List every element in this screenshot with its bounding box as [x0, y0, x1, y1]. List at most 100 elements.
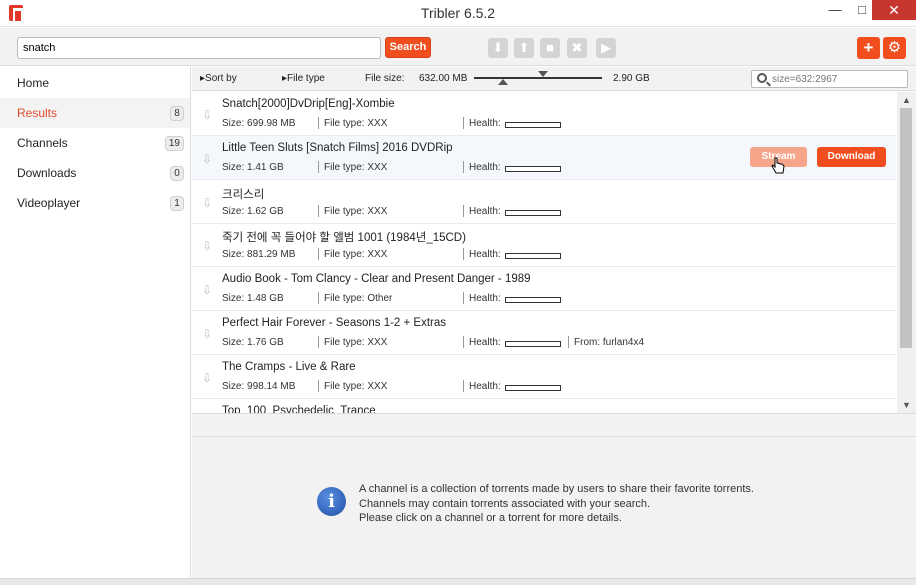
- torrent-file-type: File type: XXX: [324, 381, 388, 392]
- sort-by-dropdown[interactable]: ▸Sort by: [200, 73, 237, 84]
- torrent-title: Little Teen Sluts [Snatch Films] 2016 DV…: [222, 142, 453, 154]
- torrent-health-label: Health:: [469, 249, 501, 260]
- slider-max-handle[interactable]: [538, 71, 548, 77]
- toolbar: Search ⬇ ⬆ ■ ✖ ▶ + ⚙: [0, 28, 916, 66]
- search-icon: [757, 73, 767, 83]
- torrent-file-type: File type: XXX: [324, 206, 388, 217]
- sidebar-item-channels[interactable]: Channels 19: [0, 128, 190, 158]
- download-arrow-icon[interactable]: ⇩: [202, 239, 212, 253]
- filter-input[interactable]: [751, 70, 908, 88]
- torrent-size: Size: 1.62 GB: [222, 206, 284, 217]
- torrent-title: Audio Book - Tom Clancy - Clear and Pres…: [222, 273, 531, 285]
- download-arrow-icon[interactable]: ⇩: [202, 327, 212, 341]
- divider: [463, 205, 464, 217]
- torrent-health-label: Health:: [469, 381, 501, 392]
- divider: [463, 117, 464, 129]
- search-input[interactable]: [17, 37, 381, 59]
- download-arrow-icon[interactable]: ⇩: [202, 196, 212, 210]
- torrent-file-type: File type: XXX: [324, 118, 388, 129]
- health-bar: [505, 385, 561, 391]
- divider: [318, 205, 319, 217]
- details-panel: i A channel is a collection of torrents …: [192, 437, 916, 585]
- sidebar: Home Results 8 Channels 19 Downloads 0 V…: [0, 67, 191, 585]
- window-bottom-edge: [0, 578, 916, 585]
- sidebar-item-label: Home: [17, 76, 50, 90]
- download-arrow-icon[interactable]: ⇩: [202, 371, 212, 385]
- info-text-line: Channels may contain torrents associated…: [359, 498, 651, 510]
- size-max-value: 2.90 GB: [613, 73, 650, 84]
- results-count-badge: 8: [170, 106, 184, 121]
- divider: [463, 380, 464, 392]
- torrent-file-type: File type: XXX: [324, 162, 388, 173]
- sidebar-item-label: Results: [17, 106, 58, 120]
- download-button[interactable]: Download: [817, 147, 886, 167]
- torrent-health-label: Health:: [469, 162, 501, 173]
- sidebar-item-results[interactable]: Results 8: [0, 98, 190, 128]
- torrent-file-type: File type: XXX: [324, 337, 388, 348]
- health-bar: [505, 297, 561, 303]
- divider: [318, 336, 319, 348]
- gear-icon[interactable]: ⚙: [883, 37, 906, 59]
- divider: [463, 248, 464, 260]
- torrent-file-type: File type: Other: [324, 293, 393, 304]
- arrow-up-icon[interactable]: ⬆: [514, 38, 534, 58]
- maximize-button[interactable]: □: [850, 0, 874, 20]
- list-item[interactable]: Top_100_Psychedelic_Trance: [192, 399, 896, 413]
- scroll-thumb[interactable]: [900, 108, 912, 348]
- torrent-file-type: File type: XXX: [324, 249, 388, 260]
- list-item[interactable]: ⇩ Snatch[2000]DvDrip[Eng]-Xombie Size: 6…: [192, 92, 896, 136]
- divider: [318, 117, 319, 129]
- torrent-size: Size: 881.29 MB: [222, 249, 296, 260]
- hand-cursor-icon: [771, 157, 785, 174]
- sidebar-item-downloads[interactable]: Downloads 0: [0, 158, 190, 188]
- add-icon[interactable]: +: [857, 37, 880, 59]
- search-button[interactable]: Search: [385, 37, 431, 58]
- health-bar: [505, 210, 561, 216]
- close-button[interactable]: ✕: [872, 0, 916, 20]
- torrent-size: Size: 699.98 MB: [222, 118, 296, 129]
- sidebar-item-videoplayer[interactable]: Videoplayer 1: [0, 188, 190, 218]
- title-bar: Tribler 6.5.2 — □ ✕: [0, 0, 916, 27]
- downloads-count-badge: 0: [170, 166, 184, 181]
- torrent-title: 죽기 전에 꼭 들어야 할 앨범 1001 (1984년_15CD): [222, 232, 466, 244]
- slider-min-handle[interactable]: [498, 79, 508, 85]
- torrent-size: Size: 1.41 GB: [222, 162, 284, 173]
- health-bar: [505, 253, 561, 259]
- sidebar-item-label: Channels: [17, 136, 68, 150]
- torrent-size: Size: 1.76 GB: [222, 337, 284, 348]
- window-title: Tribler 6.5.2: [420, 5, 496, 21]
- remove-icon[interactable]: ✖: [567, 38, 587, 58]
- file-type-dropdown[interactable]: ▸File type: [282, 73, 325, 84]
- list-item[interactable]: ⇩ 크리스리 Size: 1.62 GB File type: XXX Heal…: [192, 180, 896, 224]
- list-item[interactable]: ⇩ The Cramps - Live & Rare Size: 998.14 …: [192, 355, 896, 399]
- list-item[interactable]: ⇩ Perfect Hair Forever - Seasons 1-2 + E…: [192, 311, 896, 355]
- results-list: ⇩ Snatch[2000]DvDrip[Eng]-Xombie Size: 6…: [192, 92, 896, 413]
- list-item[interactable]: ⇩ 죽기 전에 꼭 들어야 할 앨범 1001 (1984년_15CD) Siz…: [192, 223, 896, 267]
- stop-icon[interactable]: ■: [540, 38, 560, 58]
- play-icon[interactable]: ▶: [596, 38, 616, 58]
- file-size-label: File size:: [365, 73, 405, 84]
- scroll-down-icon[interactable]: ▼: [897, 397, 916, 413]
- scroll-up-icon[interactable]: ▲: [897, 92, 916, 108]
- sidebar-item-label: Videoplayer: [17, 196, 81, 210]
- torrent-title: Snatch[2000]DvDrip[Eng]-Xombie: [222, 98, 395, 110]
- minimize-button[interactable]: —: [823, 0, 847, 20]
- list-item[interactable]: ⇩ Audio Book - Tom Clancy - Clear and Pr…: [192, 267, 896, 311]
- results-scrollbar[interactable]: ▲ ▼: [897, 92, 916, 413]
- panel-splitter[interactable]: [192, 413, 916, 437]
- download-arrow-icon[interactable]: ⇩: [202, 152, 212, 166]
- size-range-slider[interactable]: [474, 77, 602, 79]
- divider: [463, 161, 464, 173]
- arrow-down-icon[interactable]: ⬇: [488, 38, 508, 58]
- sidebar-item-label: Downloads: [17, 166, 77, 180]
- torrent-health-label: Health:: [469, 293, 501, 304]
- size-min-value: 632.00 MB: [419, 73, 468, 84]
- download-arrow-icon[interactable]: ⇩: [202, 108, 212, 122]
- torrent-health-label: Health:: [469, 206, 501, 217]
- download-arrow-icon[interactable]: ⇩: [202, 283, 212, 297]
- divider: [318, 380, 319, 392]
- sidebar-item-home[interactable]: Home: [0, 68, 190, 98]
- divider: [318, 161, 319, 173]
- filter-bar: ▸Sort by ▸File type File size: 632.00 MB…: [192, 67, 916, 91]
- torrent-from: From: furlan4x4: [574, 337, 645, 348]
